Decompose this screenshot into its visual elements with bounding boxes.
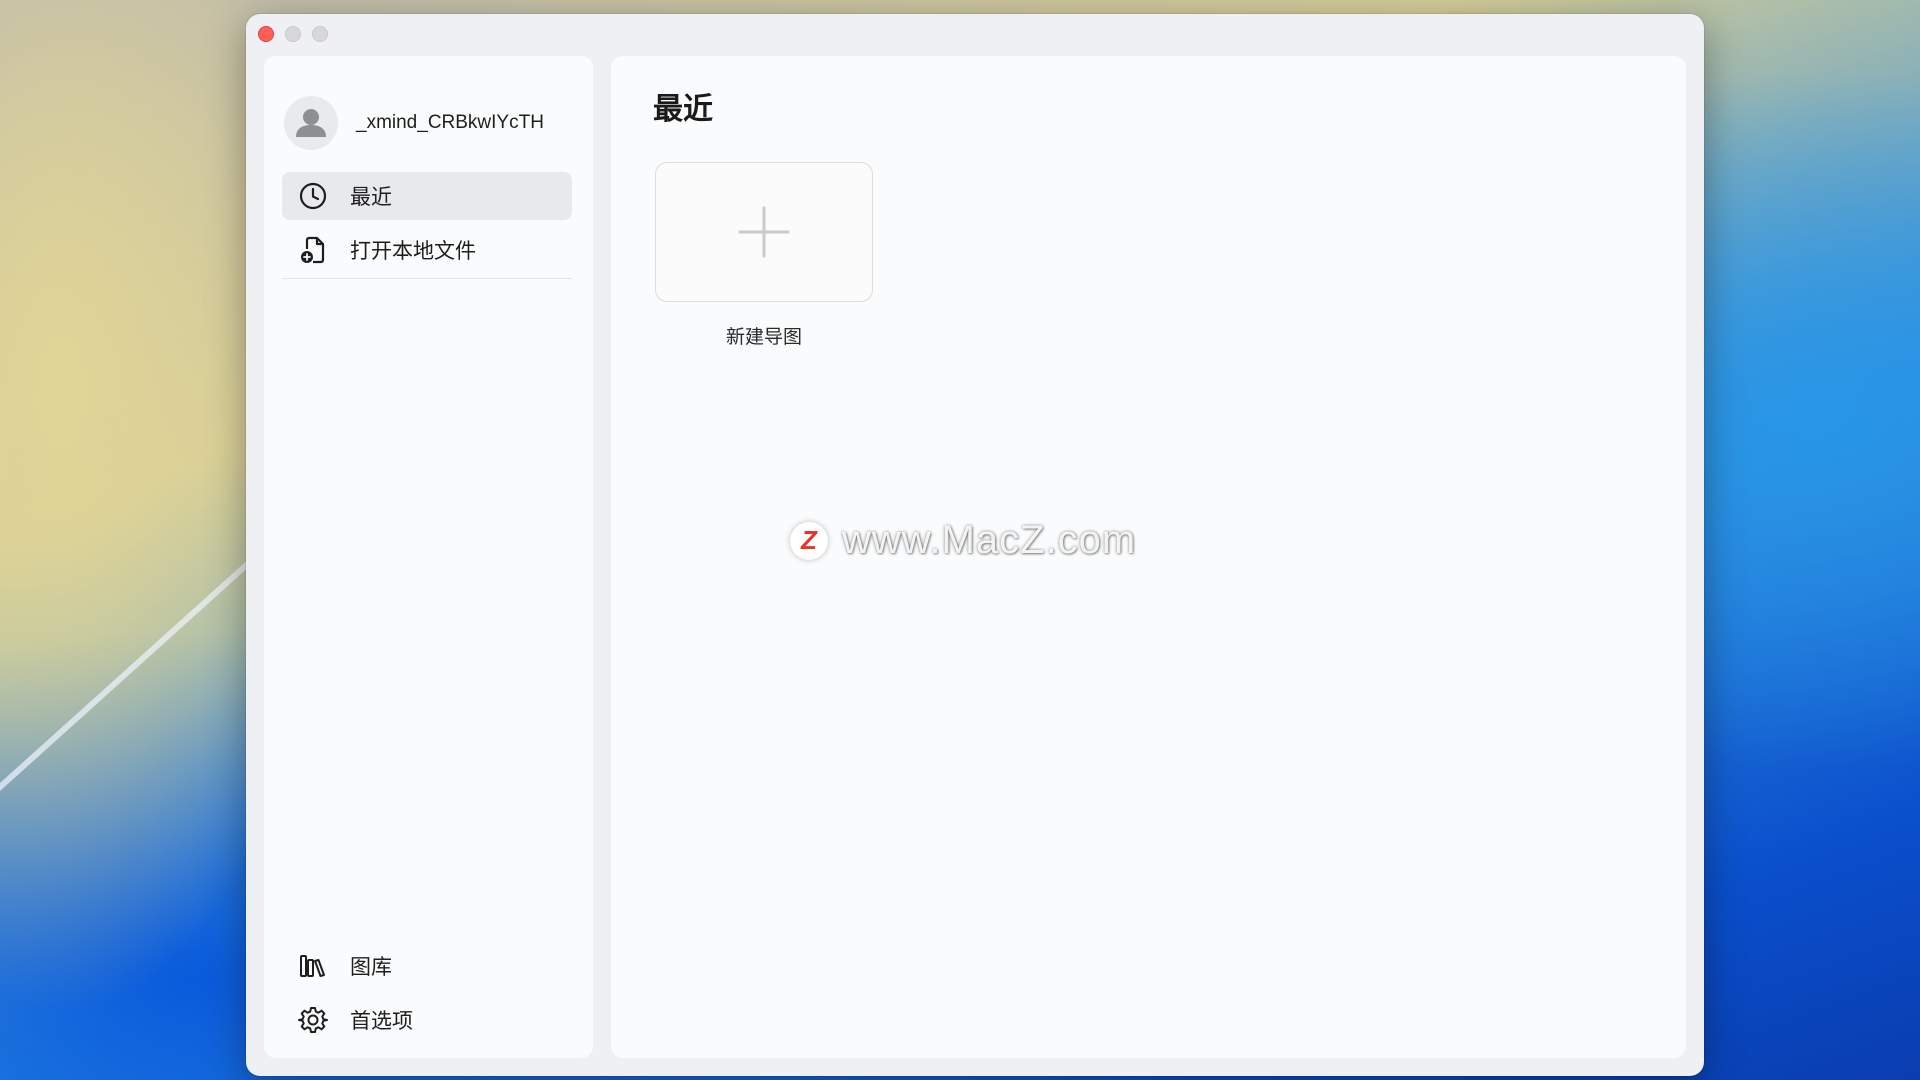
sidebar-item-label: 首选项 <box>350 1009 413 1033</box>
sidebar-item-open-local-file[interactable]: 打开本地文件 <box>282 226 572 274</box>
person-icon <box>296 109 326 137</box>
sidebar-item-preferences[interactable]: 首选项 <box>282 996 572 1044</box>
user-profile[interactable]: _xmind_CRBkwIYcTH <box>284 96 544 150</box>
gear-icon <box>298 1005 328 1035</box>
sidebar: _xmind_CRBkwIYcTH 最近 打开本地文件 图库 首选项 <box>264 56 593 1058</box>
open-file-icon <box>298 235 328 265</box>
maximize-window-button[interactable] <box>312 26 328 42</box>
library-icon <box>298 951 328 981</box>
username: _xmind_CRBkwIYcTH <box>356 112 544 133</box>
window-controls <box>258 26 328 42</box>
close-window-button[interactable] <box>258 26 274 42</box>
watermark: Z www.MacZ.com <box>790 518 1136 563</box>
new-mind-map-label: 新建导图 <box>725 326 802 348</box>
wallpaper-streak <box>0 539 275 826</box>
sidebar-item-label: 图库 <box>350 955 392 979</box>
watermark-logo: Z <box>790 521 828 560</box>
sidebar-divider <box>282 278 572 279</box>
plus-icon <box>738 206 790 258</box>
sidebar-item-recent[interactable]: 最近 <box>282 172 572 220</box>
sidebar-item-label: 打开本地文件 <box>350 239 476 263</box>
avatar[interactable] <box>284 96 338 150</box>
minimize-window-button[interactable] <box>285 26 301 42</box>
watermark-text: www.MacZ.com <box>842 518 1137 562</box>
page-title: 最近 <box>653 92 713 127</box>
main-content: 最近 新建导图 <box>611 56 1686 1058</box>
sidebar-item-label: 最近 <box>350 185 392 209</box>
clock-icon <box>298 181 328 211</box>
new-mind-map-button[interactable] <box>655 162 873 302</box>
sidebar-item-library[interactable]: 图库 <box>282 942 572 990</box>
